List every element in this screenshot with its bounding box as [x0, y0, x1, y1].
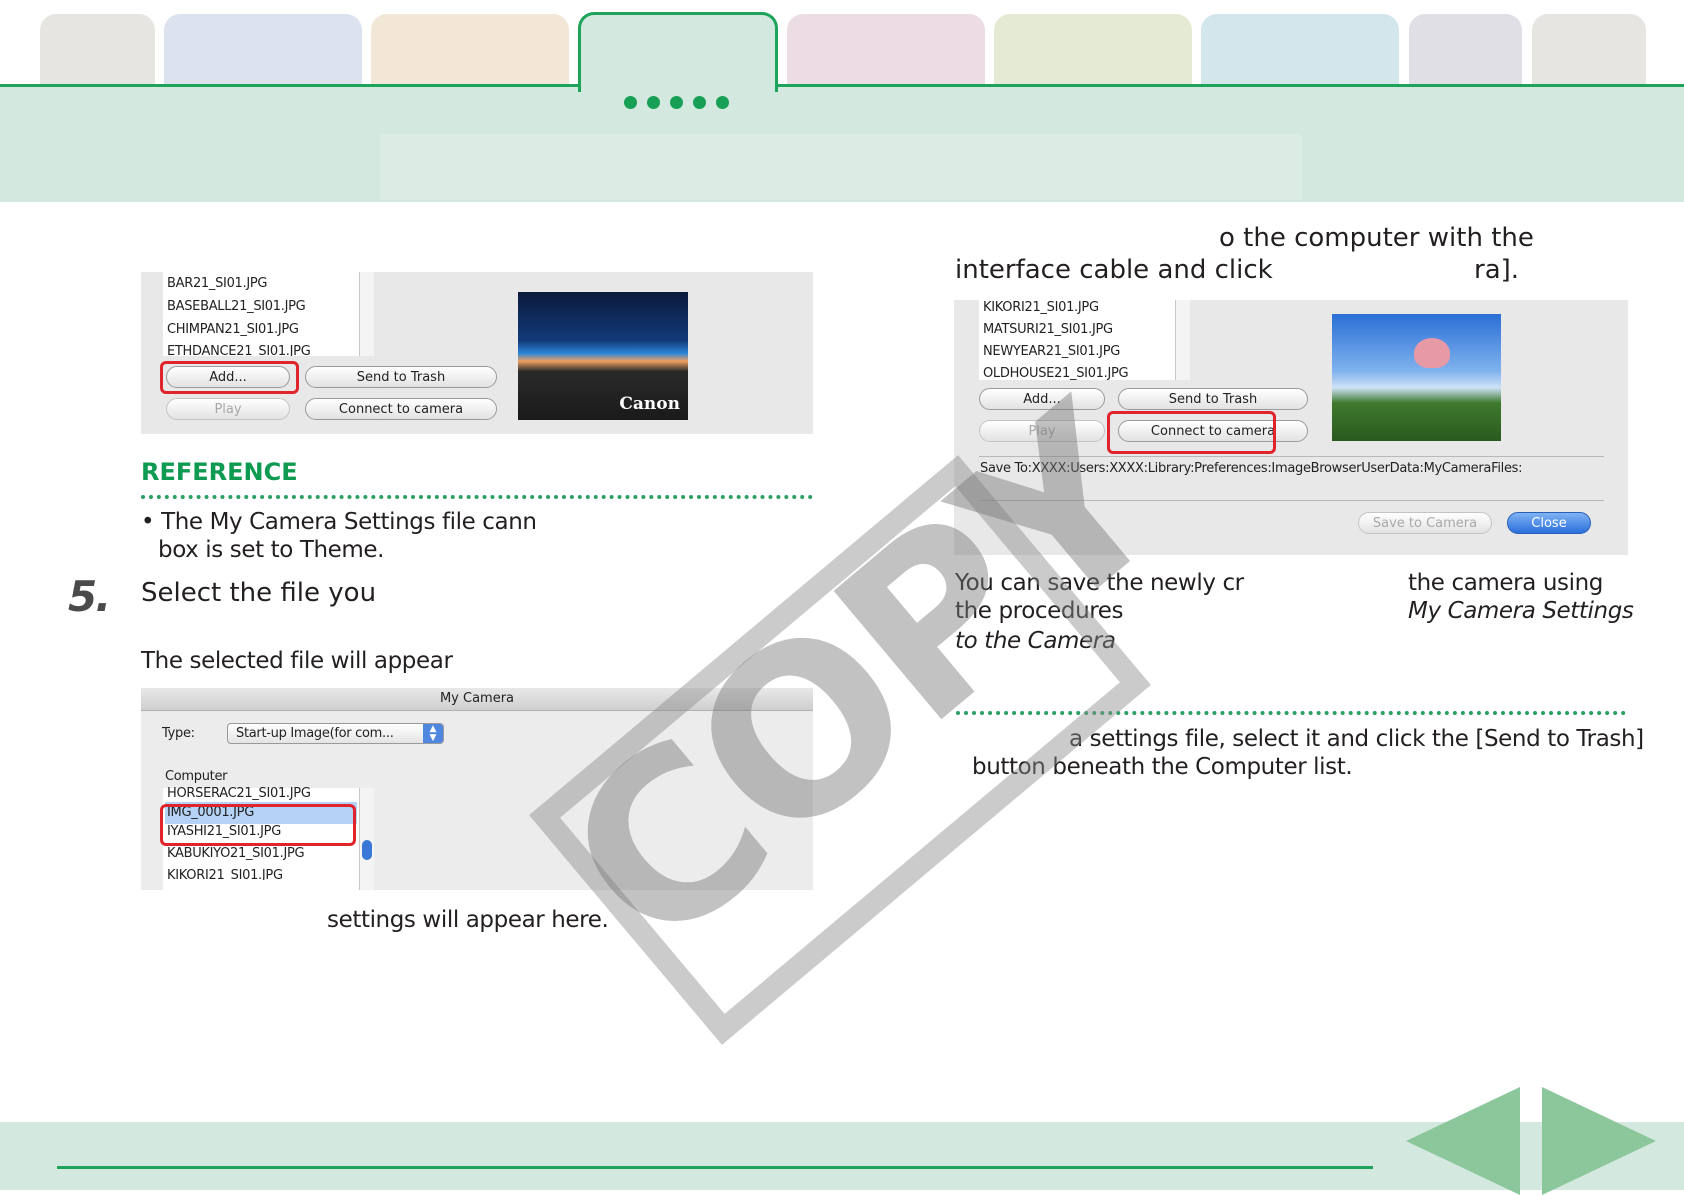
chapter-tab-2[interactable] — [164, 14, 362, 84]
list-item[interactable]: OLDHOUSE21_SI01.JPG — [983, 366, 1128, 380]
flower-shape — [1414, 338, 1450, 368]
play-button[interactable]: Play — [166, 398, 290, 420]
list-item[interactable]: KABUKIYO21_SI01.JPG — [167, 846, 305, 861]
chevron-updown-icon: ▲ ▼ — [423, 724, 443, 743]
type-label: Type: — [162, 726, 195, 741]
header-rule-right — [776, 84, 1684, 87]
header-title-area — [380, 134, 1302, 200]
scrollbar[interactable] — [359, 272, 374, 356]
close-button[interactable]: Close — [1507, 512, 1591, 534]
selected-note: The selected file will appear — [141, 648, 453, 674]
canon-logo: Canon — [619, 394, 680, 414]
scrollbar[interactable] — [1175, 300, 1190, 380]
list-item[interactable]: HORSERAC21_SI01.JPG — [167, 786, 311, 800]
chapter-tab-9[interactable] — [1532, 14, 1646, 84]
preview-image — [1332, 314, 1501, 441]
file-listbox[interactable]: BAR21_SI01.JPG BASEBALL21_SI01.JPG CHIMP… — [163, 272, 374, 356]
chapter-tab-3[interactable] — [371, 14, 569, 84]
page-dot-2 — [647, 96, 660, 109]
connect-to-camera-button[interactable]: Connect to camera — [305, 398, 497, 420]
send-to-trash-button[interactable]: Send to Trash — [305, 366, 497, 388]
chapter-tab-8[interactable] — [1409, 14, 1522, 84]
list-item[interactable]: MATSURI21_SI01.JPG — [983, 322, 1113, 337]
page-dot-3 — [670, 96, 683, 109]
right-triangle-icon[interactable] — [1542, 1087, 1656, 1195]
chapter-tab-6[interactable] — [994, 14, 1192, 84]
list-item[interactable]: NEWYEAR21_SI01.JPG — [983, 344, 1120, 359]
chapter-tab-active[interactable] — [578, 12, 778, 92]
list-item[interactable]: KIKORI21_SI01.JPG — [983, 300, 1099, 315]
list-item[interactable]: ETHDANCE21_SI01.JPG — [167, 344, 310, 356]
scrollbar[interactable] — [359, 788, 374, 890]
right-intro-line1: o the computer with the — [1219, 223, 1534, 253]
step-title: Select the file you — [141, 578, 377, 608]
chapter-tab-1[interactable] — [40, 14, 155, 84]
right-text-l1b: the camera using — [1408, 570, 1603, 596]
reference-text-line2: box is set to Theme. — [158, 537, 385, 563]
scrollbar-thumb[interactable] — [362, 840, 372, 860]
page-dot-1 — [624, 96, 637, 109]
list-item[interactable]: KIKORI21_SI01.JPG — [167, 868, 283, 880]
left-triangle-icon[interactable] — [1406, 1087, 1520, 1195]
footer-rule — [57, 1166, 1373, 1169]
right-intro-line2a: interface cable and click — [955, 255, 1273, 285]
type-select[interactable]: Start-up Image(for com... ▲ ▼ — [227, 723, 444, 744]
chapter-tab-5[interactable] — [787, 14, 985, 84]
page-dot-4 — [693, 96, 706, 109]
right-intro-line2b: ra]. — [1474, 255, 1520, 285]
save-to-camera-button[interactable]: Save to Camera — [1358, 512, 1492, 534]
page-dot-5 — [716, 96, 729, 109]
reference-divider — [141, 495, 813, 499]
reference-text-line1: • The My Camera Settings file cann — [141, 509, 537, 535]
computer-label: Computer — [165, 769, 228, 784]
file-listbox[interactable]: KIKORI21_SI01.JPG MATSURI21_SI01.JPG NEW… — [979, 300, 1190, 380]
list-item[interactable]: BASEBALL21_SI01.JPG — [167, 299, 306, 314]
step-number: 5. — [68, 572, 111, 621]
screenshot-file-list: BAR21_SI01.JPG BASEBALL21_SI01.JPG CHIMP… — [141, 272, 813, 434]
reference-heading: REFERENCE — [141, 458, 298, 486]
list-item[interactable]: CHIMPAN21_SI01.JPG — [167, 322, 299, 337]
list-item[interactable]: BAR21_SI01.JPG — [167, 276, 268, 291]
right-text-l2b: My Camera Settings — [1408, 598, 1634, 624]
highlight-box — [1107, 411, 1276, 454]
highlight-box — [160, 361, 299, 394]
header-rule-left — [0, 84, 580, 87]
send-to-trash-button[interactable]: Send to Trash — [1118, 388, 1308, 410]
type-select-value: Start-up Image(for com... — [236, 726, 394, 741]
preview-image: Canon — [518, 292, 688, 420]
highlight-box — [160, 804, 356, 846]
settings-note: settings will appear here. — [327, 907, 609, 933]
right-note-line1: a settings file, select it and click the… — [1069, 726, 1644, 752]
chapter-tab-7[interactable] — [1201, 14, 1399, 84]
